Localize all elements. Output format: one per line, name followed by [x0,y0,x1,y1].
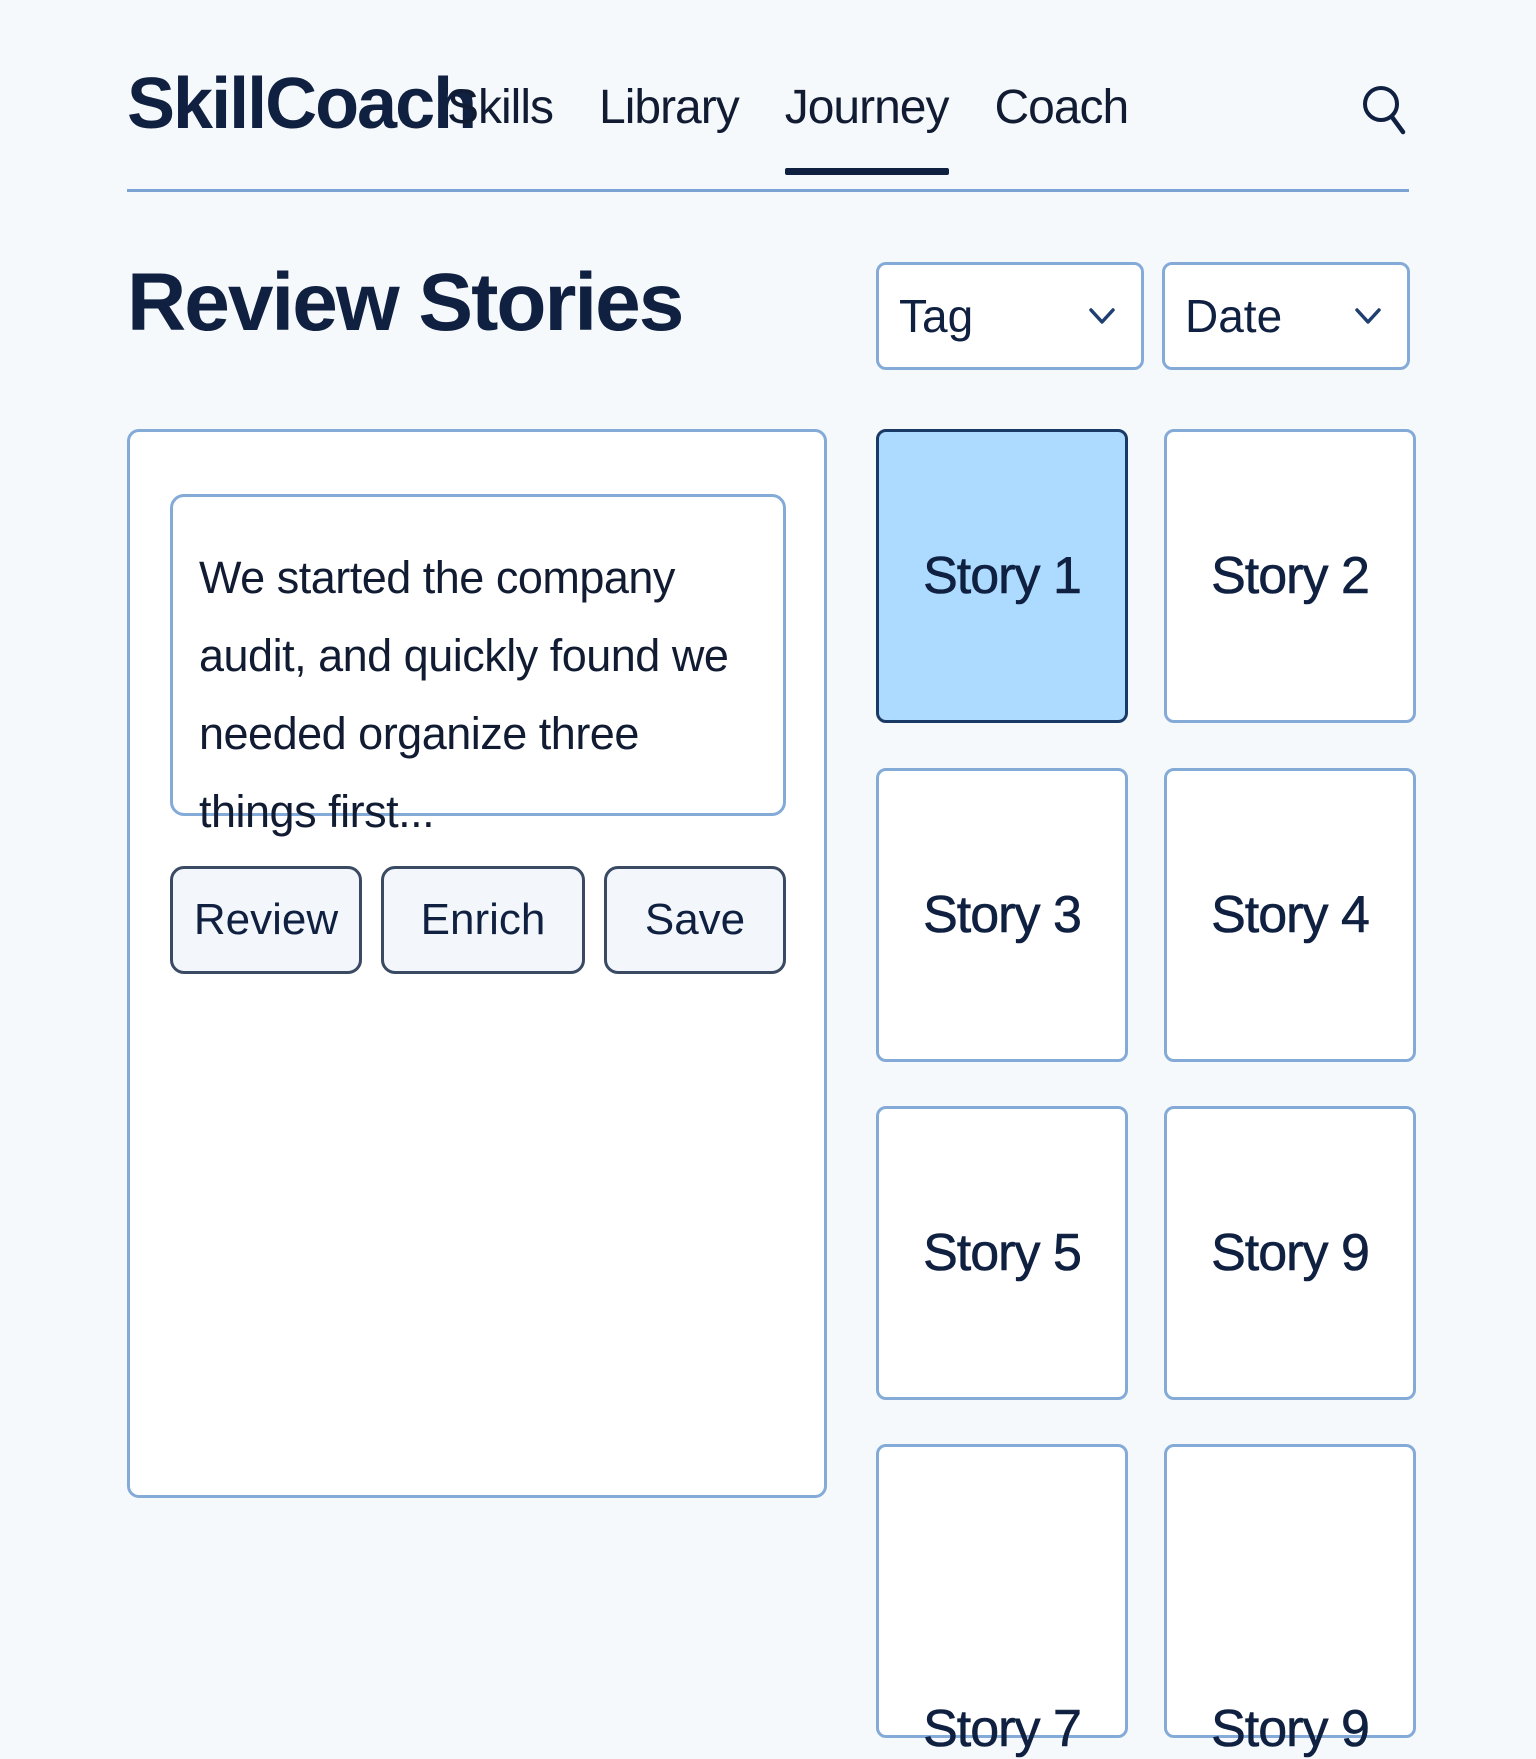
nav-journey[interactable]: Journey [784,81,949,175]
story-card-label: Story 9 [1211,1224,1370,1283]
date-filter-dropdown[interactable]: Date [1162,262,1410,370]
date-filter-label: Date [1185,290,1283,342]
page-title: Review Stories [127,257,684,348]
story-text-area[interactable]: We started the company audit, and quickl… [170,494,786,837]
story-card-1[interactable]: Story 1 [876,429,1128,723]
story-card-label: Story 3 [923,886,1082,945]
nav-coach[interactable]: Coach [995,81,1130,135]
app-logo[interactable]: SkillCoach [127,68,477,140]
story-editor-panel: We started the company audit, and quickl… [127,429,827,1498]
tag-filter-dropdown[interactable]: Tag [876,262,1144,370]
nav-skills[interactable]: Skills [447,81,554,135]
story-card-label: Story 5 [923,1224,1082,1283]
search-button[interactable] [1361,78,1409,140]
story-card-label: Story 4 [1211,886,1370,945]
top-header: SkillCoach Skills Library Journey Coach [127,0,1409,192]
story-card-label: Story 7 [923,1700,1082,1759]
story-card-4[interactable]: Story 4 [1164,768,1416,1062]
main-nav: Skills Library Journey Coach [447,81,1130,175]
tag-filter-label: Tag [899,290,974,342]
chevron-down-icon [1355,308,1381,324]
story-card-8[interactable]: Story 9 [1164,1444,1416,1758]
story-card-7[interactable]: Story 7 [876,1444,1128,1758]
story-card-2[interactable]: Story 2 [1164,429,1416,723]
story-card-label: Story 9 [1211,1700,1370,1759]
story-card-label: Story 1 [923,547,1082,606]
nav-library[interactable]: Library [599,81,740,135]
review-button[interactable]: Review [170,866,362,974]
save-button[interactable]: Save [604,866,786,974]
story-card-5[interactable]: Story 5 [876,1106,1128,1400]
story-card-6[interactable]: Story 9 [1164,1106,1416,1400]
enrich-button[interactable]: Enrich [381,866,585,974]
story-card-3[interactable]: Story 3 [876,768,1128,1062]
story-card-label: Story 2 [1211,547,1370,606]
search-icon [1363,86,1406,135]
chevron-down-icon [1089,308,1115,324]
